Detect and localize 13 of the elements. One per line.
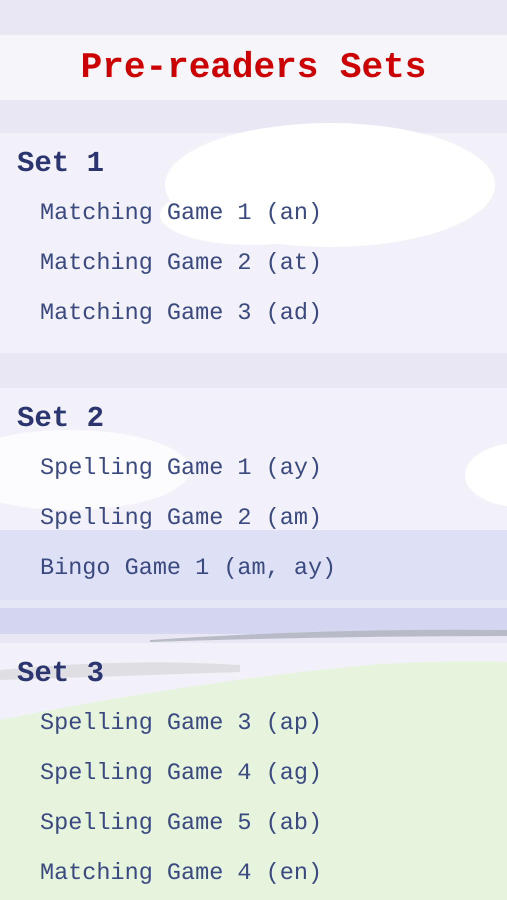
game-link[interactable]: Matching Game 1 (an) [40, 189, 322, 239]
set-heading: Set 1 [17, 149, 104, 181]
game-link[interactable]: Matching Game 4 (en) [40, 849, 322, 899]
game-link[interactable]: Spelling Game 4 (ag) [40, 749, 322, 799]
page-title: Pre-readers Sets [80, 50, 426, 86]
game-link[interactable]: Spelling Game 2 (am) [40, 494, 322, 544]
game-link[interactable]: Spelling Game 1 (ay) [40, 444, 322, 494]
game-link[interactable]: Matching Game 3 (ad) [40, 289, 322, 339]
set-heading: Set 3 [17, 659, 104, 691]
game-link[interactable]: Spelling Game 3 (ap) [40, 699, 322, 749]
set-heading: Set 2 [17, 404, 104, 436]
game-link[interactable]: Matching Game 2 (at) [40, 239, 322, 289]
game-link[interactable]: Spelling Game 5 (ab) [40, 799, 322, 849]
